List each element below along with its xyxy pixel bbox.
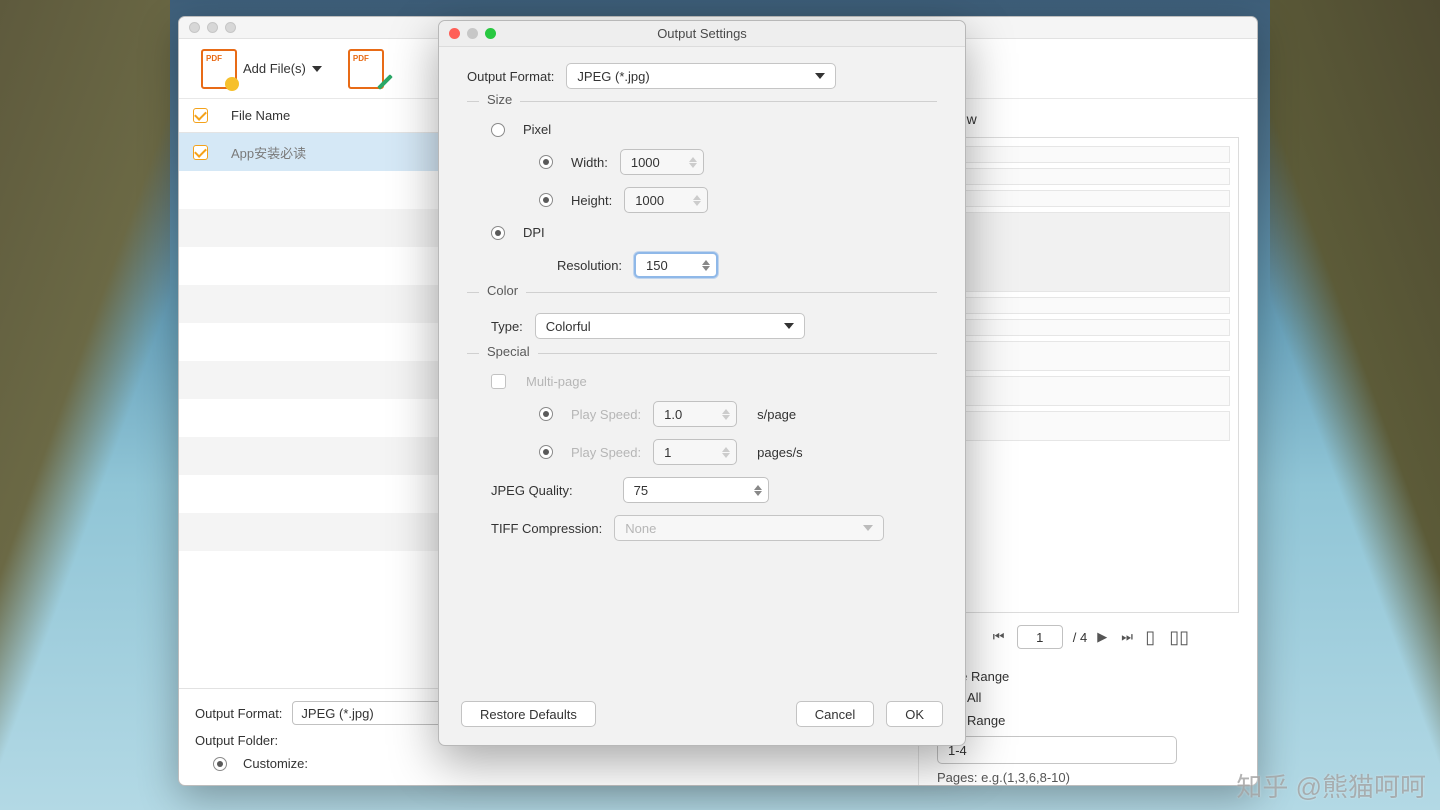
chevron-down-icon bbox=[863, 525, 873, 531]
chevron-down-icon bbox=[784, 323, 794, 329]
dialog-title: Output Settings bbox=[439, 26, 965, 41]
pixel-label: Pixel bbox=[523, 122, 551, 137]
row-checkbox[interactable] bbox=[193, 145, 208, 160]
color-group: Color Type: Colorful bbox=[467, 292, 937, 339]
range-hint: Pages: e.g.(1,3,6,8-10) bbox=[937, 770, 1239, 785]
color-type-select[interactable]: Colorful bbox=[535, 313, 805, 339]
playspeed1-unit: s/page bbox=[757, 407, 796, 422]
pdf-edit-icon bbox=[348, 49, 384, 89]
range-input[interactable]: 1-4 bbox=[937, 736, 1177, 764]
page-input[interactable] bbox=[1017, 625, 1063, 649]
toolbar-secondary-button[interactable] bbox=[340, 43, 392, 95]
pager: ⏮ / 4 ▶ ⏭ ▯ ▯▯ bbox=[937, 613, 1239, 661]
range-all-label: All bbox=[967, 690, 981, 705]
resolution-stepper[interactable]: 150 bbox=[634, 252, 718, 278]
height-stepper: 1000 bbox=[624, 187, 708, 213]
traffic-max-icon[interactable] bbox=[225, 22, 236, 33]
add-files-button[interactable]: Add File(s) bbox=[193, 43, 330, 95]
page-range-title: Page Range bbox=[937, 669, 1239, 684]
playspeed1-stepper: 1.0 bbox=[653, 401, 737, 427]
ok-button[interactable]: OK bbox=[886, 701, 943, 727]
playspeed1-label: Play Speed: bbox=[571, 407, 641, 422]
jpeg-quality-stepper[interactable]: 75 bbox=[623, 477, 769, 503]
output-settings-dialog: Output Settings Output Format: JPEG (*.j… bbox=[438, 20, 966, 746]
color-legend: Color bbox=[479, 283, 526, 298]
traffic-close-icon[interactable] bbox=[189, 22, 200, 33]
output-format-label: Output Format: bbox=[195, 706, 282, 721]
first-page-icon[interactable]: ⏮ bbox=[993, 629, 1007, 645]
pdf-add-icon bbox=[201, 49, 237, 89]
add-files-label: Add File(s) bbox=[243, 61, 306, 76]
playspeed1-radio bbox=[539, 407, 553, 421]
resolution-label: Resolution: bbox=[557, 258, 622, 273]
size-group: Size Pixel Width: 1000 Height: 1000 bbox=[467, 101, 937, 278]
width-radio[interactable] bbox=[539, 155, 553, 169]
next-page-icon[interactable]: ▶ bbox=[1097, 629, 1111, 645]
chevron-down-icon bbox=[815, 73, 825, 79]
special-group: Special Multi-page Play Speed: 1.0 s/pag… bbox=[467, 353, 937, 541]
playspeed2-radio bbox=[539, 445, 553, 459]
preview-title: ...view bbox=[937, 105, 1239, 137]
traffic-min-icon[interactable] bbox=[207, 22, 218, 33]
output-folder-label: Output Folder: bbox=[195, 733, 278, 748]
color-type-label: Type: bbox=[491, 319, 523, 334]
dlg-output-format-select[interactable]: JPEG (*.jpg) bbox=[566, 63, 836, 89]
preview-panel: ...view ⏮ / 4 ▶ ⏭ ▯ ▯▯ bbox=[919, 99, 1257, 785]
output-format-select-main[interactable]: JPEG (*.jpg) bbox=[292, 701, 442, 725]
last-page-icon[interactable]: ⏭ bbox=[1121, 629, 1135, 645]
range-range-label: Range bbox=[967, 713, 1005, 728]
tiff-compression-label: TIFF Compression: bbox=[491, 521, 602, 536]
dpi-label: DPI bbox=[523, 225, 545, 240]
chevron-down-icon bbox=[312, 66, 322, 72]
special-legend: Special bbox=[479, 344, 538, 359]
select-all-checkbox[interactable] bbox=[193, 108, 208, 123]
tiff-compression-select: None bbox=[614, 515, 884, 541]
multipage-checkbox bbox=[491, 374, 506, 389]
preview-thumbnail bbox=[937, 137, 1239, 613]
size-legend: Size bbox=[479, 92, 520, 107]
cancel-button[interactable]: Cancel bbox=[796, 701, 874, 727]
playspeed2-stepper: 1 bbox=[653, 439, 737, 465]
multipage-label: Multi-page bbox=[526, 374, 587, 389]
dialog-footer: Restore Defaults Cancel OK bbox=[439, 687, 965, 745]
customize-label: Customize: bbox=[243, 756, 308, 771]
width-label: Width: bbox=[571, 155, 608, 170]
width-stepper: 1000 bbox=[620, 149, 704, 175]
pixel-radio[interactable] bbox=[491, 123, 505, 137]
playspeed2-unit: pages/s bbox=[757, 445, 803, 460]
customize-radio[interactable] bbox=[213, 757, 227, 771]
page-range-panel: Page Range All Range 1-4 Pages: e.g.(1,3… bbox=[937, 661, 1239, 785]
facing-pages-icon[interactable]: ▯▯ bbox=[1169, 627, 1183, 648]
height-radio[interactable] bbox=[539, 193, 553, 207]
dialog-titlebar: Output Settings bbox=[439, 21, 965, 47]
jpeg-quality-label: JPEG Quality: bbox=[491, 483, 573, 498]
dlg-output-format-label: Output Format: bbox=[467, 69, 554, 84]
playspeed2-label: Play Speed: bbox=[571, 445, 641, 460]
restore-defaults-button[interactable]: Restore Defaults bbox=[461, 701, 596, 727]
page-total: / 4 bbox=[1073, 630, 1087, 645]
dpi-radio[interactable] bbox=[491, 226, 505, 240]
single-page-icon[interactable]: ▯ bbox=[1145, 627, 1159, 648]
height-label: Height: bbox=[571, 193, 612, 208]
